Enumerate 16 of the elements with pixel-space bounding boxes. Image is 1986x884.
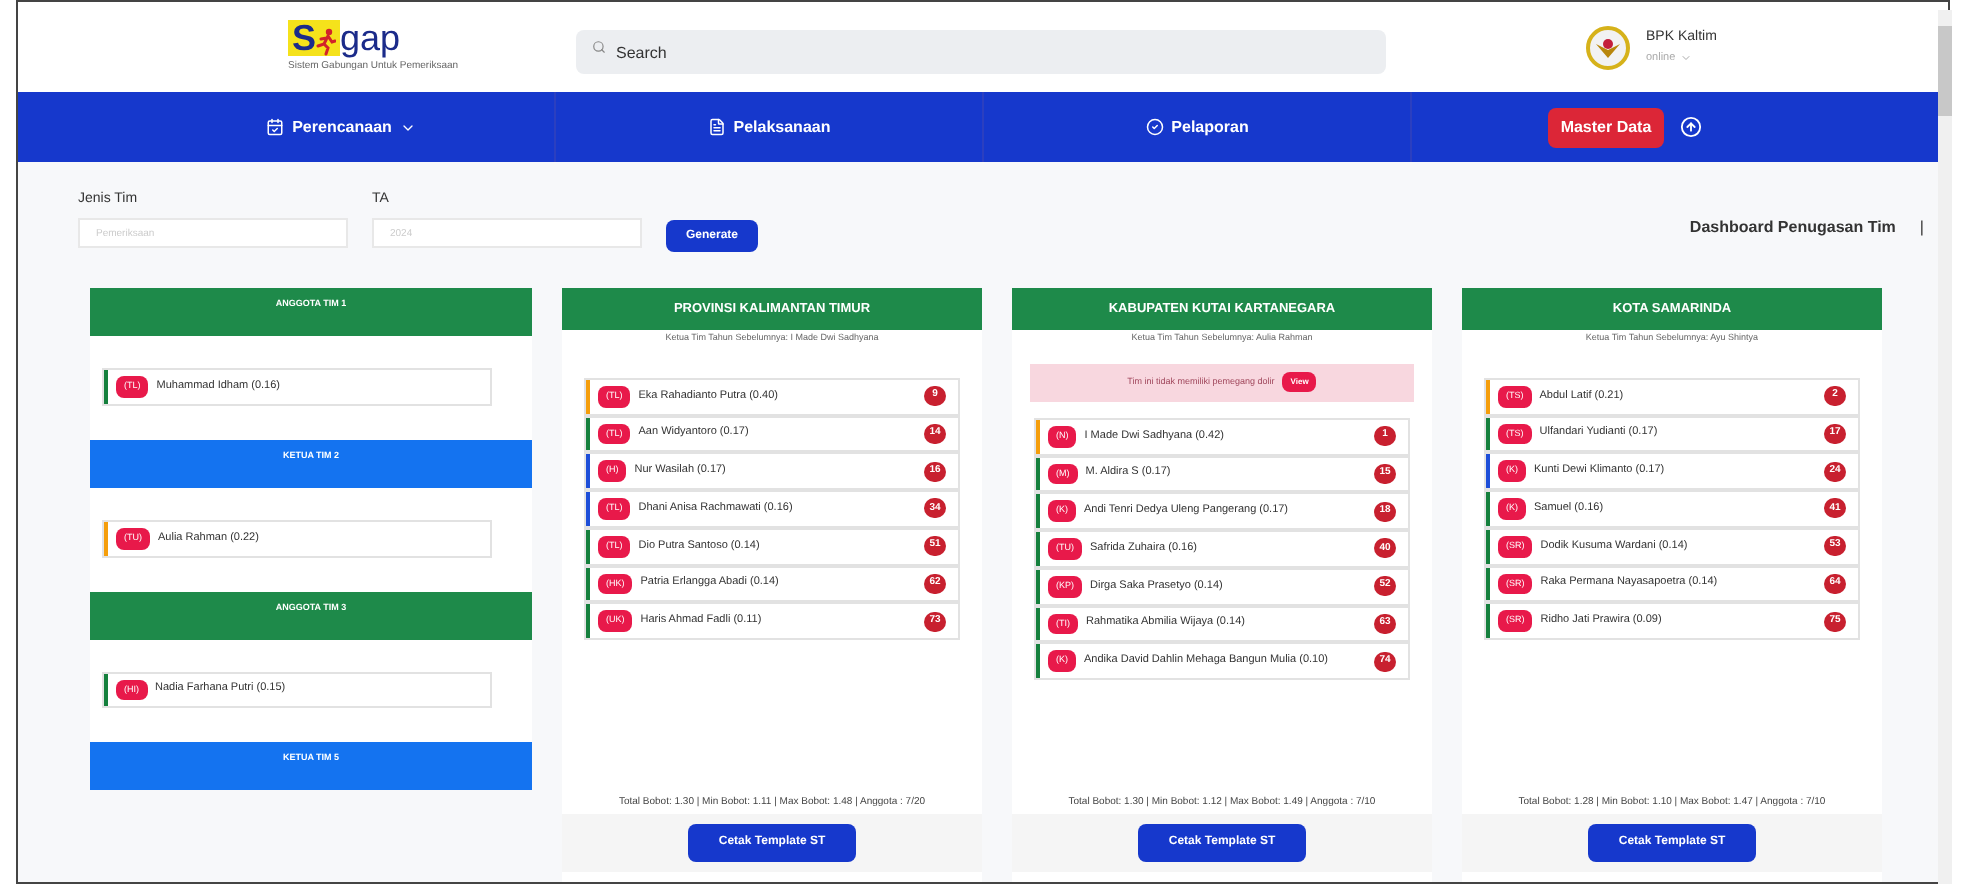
logo[interactable]: S gap bbox=[288, 19, 528, 56]
nav-link[interactable]: Pelaporan bbox=[1145, 92, 1249, 162]
separator: | bbox=[1919, 216, 1924, 240]
master-data-button[interactable]: Master Data bbox=[1548, 107, 1664, 147]
check-circle-icon bbox=[1145, 118, 1164, 136]
search-icon bbox=[592, 40, 606, 54]
nav-dropdown[interactable]: Perencanaan bbox=[266, 92, 416, 162]
scrollbar[interactable] bbox=[1938, 10, 1952, 884]
search-field[interactable]: Search bbox=[576, 30, 1386, 74]
emblem-icon bbox=[1586, 25, 1630, 69]
chevron-down-icon bbox=[1679, 51, 1692, 64]
dashboard-title: Dashboard Penugasan Tim bbox=[1689, 216, 1896, 240]
nav-link[interactable]: Pelaksanaan bbox=[707, 92, 831, 162]
runner-icon bbox=[316, 27, 337, 56]
document-icon bbox=[707, 118, 726, 136]
calendar-icon bbox=[266, 118, 285, 136]
